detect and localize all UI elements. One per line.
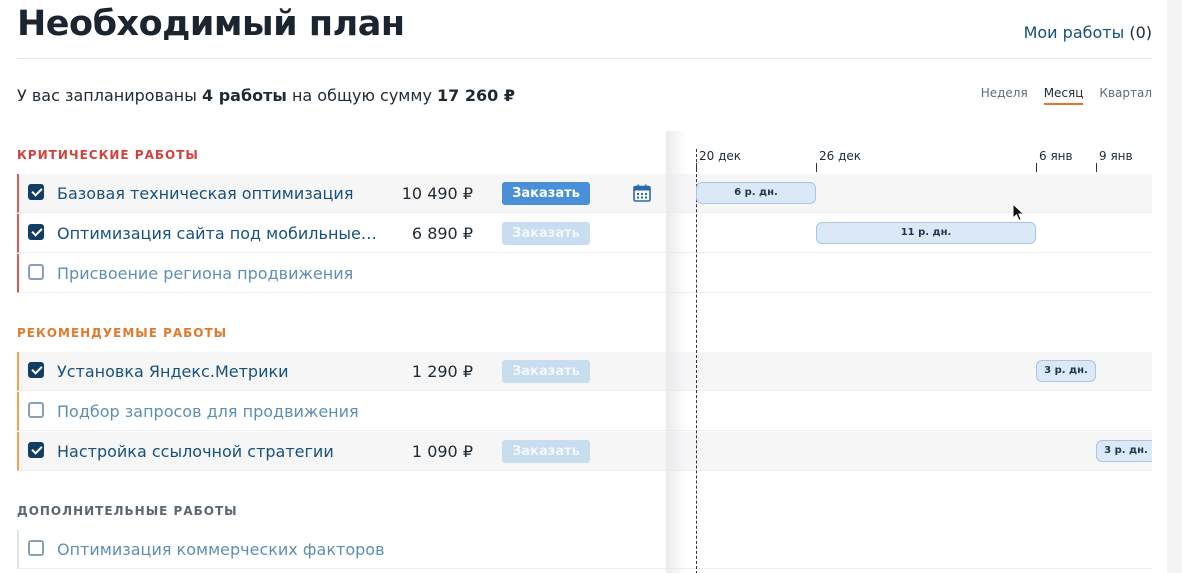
work-title[interactable]: Подбор запросов для продвижения [57, 402, 359, 421]
work-title[interactable]: Настройка ссылочной стратегии [57, 442, 334, 461]
work-checkbox[interactable] [28, 540, 44, 556]
summary-total: 17 260 ₽ [437, 86, 515, 105]
work-row-yandex-metrika: Установка Яндекс.Метрики 1 290 ₽ Заказат… [17, 352, 666, 391]
order-button[interactable]: Заказать [502, 360, 590, 383]
timeline-date-label: 20 дек [699, 149, 742, 163]
tab-month[interactable]: Месяц [1043, 86, 1084, 105]
summary-middle: на общую сумму [291, 86, 432, 105]
mouse-cursor-icon [1012, 203, 1025, 222]
work-row-basic-tech-optimization: Базовая техническая оптимизация 10 490 ₽… [17, 174, 666, 213]
view-tabs: Неделя Месяц Квартал [981, 86, 1152, 105]
tab-week[interactable]: Неделя [981, 86, 1028, 105]
work-price: 6 890 ₽ [411, 224, 473, 243]
work-title[interactable]: Базовая техническая оптимизация [57, 184, 353, 203]
page-title: Необходимый план [17, 4, 405, 44]
timeline-date-label: 26 дек [819, 149, 862, 163]
summary-works-count: 4 работы [201, 86, 287, 105]
section-additional-title: ДОПОЛНИТЕЛЬНЫЕ РАБОТЫ [17, 504, 238, 518]
work-checkbox[interactable] [28, 184, 44, 200]
my-works-link[interactable]: Мои работы [1024, 23, 1125, 42]
timeline-tick [1096, 163, 1097, 172]
gantt-bar[interactable]: 6 р. дн. [696, 182, 816, 204]
today-marker-line [696, 149, 697, 573]
gantt-bar[interactable]: 11 р. дн. [816, 222, 1036, 244]
work-row-keyword-selection: Подбор запросов для продвижения [17, 392, 666, 431]
gantt-bar[interactable]: 3 р. дн. [1036, 360, 1096, 382]
timeline-row [666, 432, 1152, 471]
work-title[interactable]: Установка Яндекс.Метрики [57, 362, 289, 381]
my-works: Мои работы (0) [1024, 23, 1152, 42]
timeline-date-label: 9 янв [1099, 149, 1133, 163]
work-title[interactable]: Оптимизация сайта под мобильные… [57, 224, 377, 243]
work-checkbox[interactable] [28, 442, 44, 458]
work-checkbox[interactable] [28, 402, 44, 418]
work-title[interactable]: Оптимизация коммерческих факторов [57, 540, 385, 559]
tab-quarter[interactable]: Квартал [1099, 86, 1152, 105]
work-row-link-strategy: Настройка ссылочной стратегии 1 090 ₽ За… [17, 432, 666, 471]
work-title[interactable]: Присвоение региона продвижения [57, 264, 353, 283]
work-price: 1 090 ₽ [411, 442, 473, 461]
work-row-mobile-optimization: Оптимизация сайта под мобильные… 6 890 ₽… [17, 214, 666, 253]
timeline-tick [1036, 163, 1037, 172]
summary-prefix: У вас запланированы [17, 86, 197, 105]
work-checkbox[interactable] [28, 362, 44, 378]
timeline-row [666, 392, 1152, 431]
work-price: 10 490 ₽ [401, 184, 473, 203]
calendar-icon[interactable] [633, 184, 651, 202]
plan-summary: У вас запланированы 4 работы на общую су… [17, 86, 515, 105]
timeline-row [666, 530, 1152, 569]
order-button[interactable]: Заказать [502, 440, 590, 463]
timeline-date-label: 6 янв [1039, 149, 1073, 163]
order-button[interactable]: Заказать [502, 182, 590, 205]
gantt-timeline: 20 дек 26 дек 6 янв 9 янв 6 р. дн. 11 р.… [666, 131, 1152, 573]
section-critical-title: КРИТИЧЕСКИЕ РАБОТЫ [17, 148, 199, 162]
work-row-region-assignment: Присвоение региона продвижения [17, 254, 666, 293]
order-button[interactable]: Заказать [502, 222, 590, 245]
gantt-bar[interactable]: 3 р. дн. [1096, 440, 1152, 462]
work-checkbox[interactable] [28, 224, 44, 240]
my-works-count: (0) [1129, 23, 1152, 42]
work-checkbox[interactable] [28, 264, 44, 280]
scrollbar[interactable] [1167, 0, 1182, 573]
header-divider [17, 58, 1152, 59]
section-recommended-title: РЕКОМЕНДУЕМЫЕ РАБОТЫ [17, 326, 228, 340]
work-price: 1 290 ₽ [411, 362, 473, 381]
work-row-commercial-factors: Оптимизация коммерческих факторов [17, 530, 666, 569]
timeline-row [666, 254, 1152, 293]
timeline-tick [816, 163, 817, 172]
timeline-shadow [666, 131, 686, 573]
